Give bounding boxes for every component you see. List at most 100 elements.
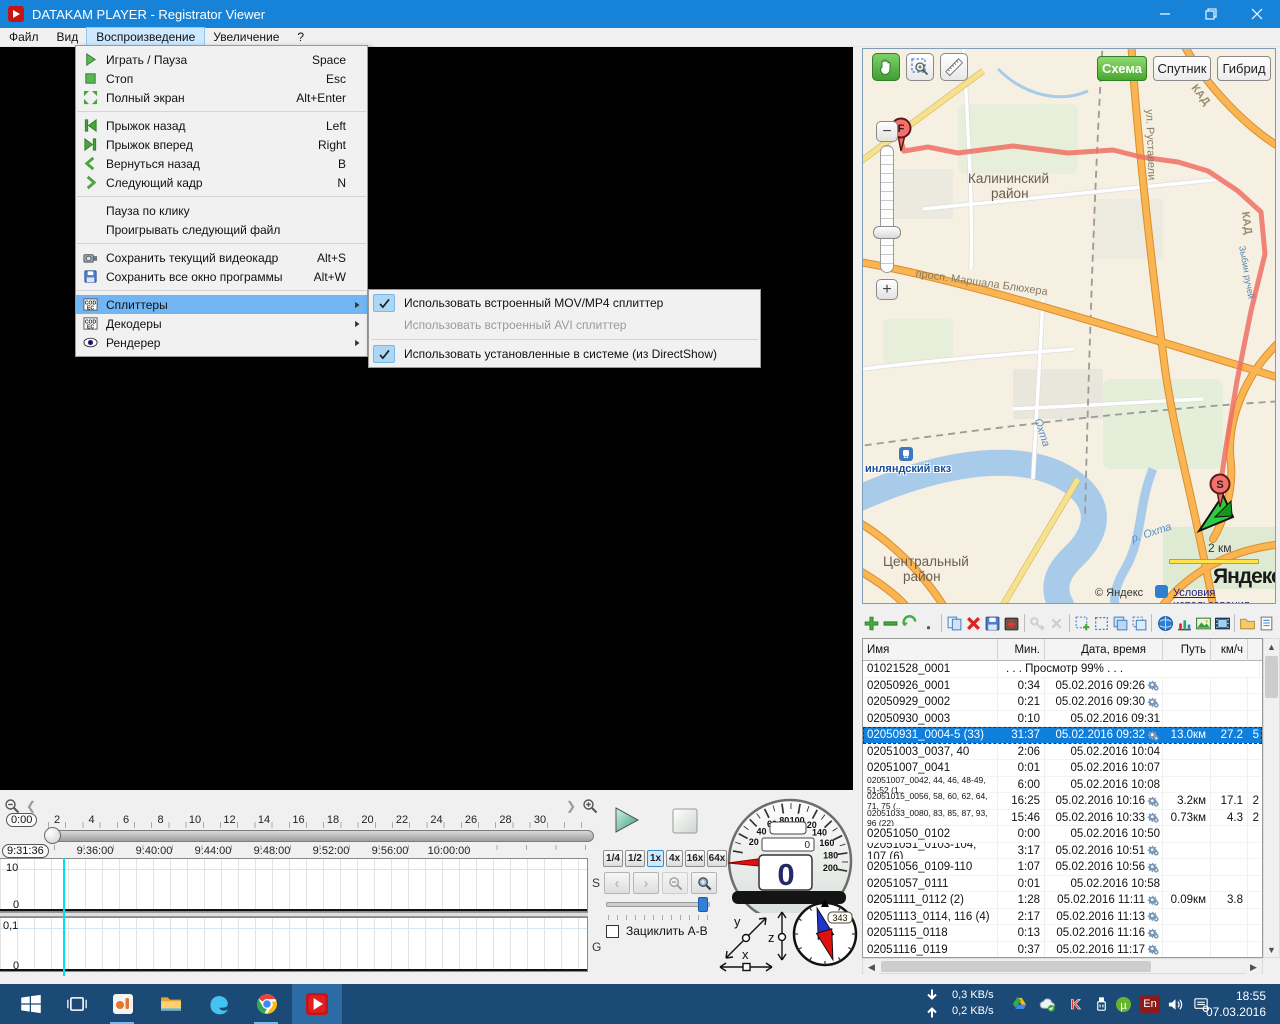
refresh-icon[interactable] [901,613,919,633]
language-indicator[interactable]: En [1140,995,1160,1013]
media-app-icon[interactable] [100,984,146,1024]
utorrent-icon[interactable]: µ [1114,995,1132,1013]
map-type-hybrid[interactable]: Гибрид [1217,56,1271,81]
file-row[interactable]: 02051050_01020:0005.02.2016 10:50 [863,826,1262,843]
file-row[interactable]: 01021528_0001. . . Просмотр 99% . . . [863,661,1262,678]
menu-item[interactable]: Прыжок впередRight [76,135,367,154]
column-header-extra[interactable] [1248,639,1260,661]
submenu-item[interactable]: Использовать встроенный MOV/MP4 сплиттер [369,292,760,314]
column-header[interactable]: Мин. [998,639,1045,661]
selectadd-icon[interactable] [1073,613,1091,633]
file-row[interactable]: 02051051_0103-104, 107 (6)3:1705.02.2016… [863,843,1262,860]
file-row[interactable]: 02051033_0080, 83, 85, 87, 93, 96 (22)15… [863,810,1262,827]
timeline-scroll-right-icon[interactable]: ❯ [566,799,576,813]
menu-item[interactable]: Сохранить текущий видеокадрAlt+S [76,248,367,267]
file-row[interactable]: 02051111_0112 (2)1:2805.02.2016 11:110.0… [863,892,1262,909]
close-button[interactable] [1234,0,1280,28]
file-row[interactable]: 02050926_00010:3405.02.2016 09:26 [863,678,1262,695]
scroll-right-icon[interactable]: ▶ [1246,960,1261,975]
graph-zoom-in-button[interactable] [691,872,717,894]
selectmulti2-icon[interactable] [1130,613,1148,633]
restore-button[interactable] [1188,0,1234,28]
menu-item[interactable]: Играть / ПаузаSpace [76,50,367,69]
chart-icon[interactable] [1175,613,1193,633]
map-zoom-in-button[interactable]: + [876,279,898,300]
menubar-item[interactable]: Увеличение [204,28,288,46]
file-row[interactable]: 02051116_01190:3705.02.2016 11:17 [863,942,1262,959]
menu-item[interactable]: Проигрывать следующий файл [76,220,367,239]
menu-item[interactable]: Полный экранAlt+Enter [76,88,367,107]
column-header[interactable]: Путь [1163,639,1211,661]
volume-icon[interactable] [1166,995,1184,1013]
kaspersky-icon[interactable]: K [1066,995,1084,1013]
key-icon[interactable] [1029,613,1047,633]
file-row[interactable]: 02050929_00020:2105.02.2016 09:30 [863,694,1262,711]
gsensor-graph[interactable] [0,917,588,972]
speed-1/2-button[interactable]: 1/2 [625,850,645,867]
file-row[interactable]: 02051113_0114, 116 (4)2:1705.02.2016 11:… [863,909,1262,926]
vertical-scroll-thumb[interactable] [1265,656,1278,698]
volume-slider-track[interactable] [606,902,710,907]
repair-icon[interactable] [1003,613,1021,633]
z-axis-handle[interactable] [779,934,786,941]
timeline-slider-track[interactable] [48,830,594,842]
minimize-button[interactable] [1142,0,1188,28]
scroll-down-icon[interactable]: ▼ [1264,942,1279,957]
file-row[interactable]: 02051003_0037, 402:0605.02.2016 10:04 [863,744,1262,761]
edge-browser-icon[interactable] [196,984,242,1024]
usb-device-icon[interactable] [1092,995,1110,1013]
speed-1/4-button[interactable]: 1/4 [603,850,623,867]
clock[interactable]: 18:55 07.03.2016 [1206,988,1266,1020]
file-explorer-icon[interactable] [148,984,194,1024]
film-icon[interactable] [1213,613,1231,633]
column-header[interactable]: Дата, время [1045,639,1163,661]
file-row[interactable]: 02051007_0042, 44, 46, 48-49, 51-52 (1..… [863,777,1262,794]
save-icon[interactable] [984,613,1002,633]
file-row[interactable]: 02051115_01180:1305.02.2016 11:16 [863,925,1262,942]
stop-button[interactable] [672,808,698,834]
timeline-zoom-in-icon[interactable] [582,798,598,814]
selectmulti-icon[interactable] [1111,613,1129,633]
map-type-satellite[interactable]: Спутник [1153,56,1211,81]
file-row[interactable]: 02050930_00030:1005.02.2016 09:31 [863,711,1262,728]
file-row[interactable]: 02051056_0109-1101:0705.02.2016 10:56 [863,859,1262,876]
speed-16x-button[interactable]: 16x [685,850,705,867]
google-drive-icon[interactable] [1010,995,1028,1013]
datakam-player-icon[interactable] [292,984,342,1024]
playback-cursor-line[interactable] [63,858,65,976]
file-row[interactable]: 02051007_00410:0105.02.2016 10:07 [863,760,1262,777]
start-button[interactable] [8,984,54,1024]
file-row[interactable]: 02050931_0004-5 (33)31:3705.02.2016 09:3… [863,727,1262,744]
dot-icon[interactable] [920,613,938,633]
map-pan-button[interactable] [872,53,900,81]
menubar-item[interactable]: Файл [0,28,48,46]
map-zoom-out-button[interactable]: − [876,121,898,142]
horizontal-scrollbar[interactable]: ◀ ▶ [862,958,1263,974]
copy-icon[interactable] [946,613,964,633]
volume-slider-handle[interactable] [698,897,708,912]
menubar-item[interactable]: Вид [48,28,88,46]
report-icon[interactable] [1258,613,1276,633]
file-row[interactable]: 02051057_01110:0105.02.2016 10:58 [863,876,1262,893]
remove-icon[interactable] [882,613,900,633]
speed-1x-button[interactable]: 1x [647,850,664,867]
table-header[interactable]: ИмяМин.Дата, времяПутькм/ч [863,639,1262,661]
speed-graph[interactable] [0,858,588,912]
chrome-browser-icon[interactable] [244,984,290,1024]
cloud-sync-icon[interactable] [1038,995,1056,1013]
select-icon[interactable] [1092,613,1110,633]
play-button[interactable] [613,806,641,834]
prev-file-button[interactable]: ‹ [604,872,630,894]
column-header[interactable]: Имя [863,639,998,661]
timeline-slider-handle[interactable] [44,827,61,844]
submenu-item[interactable]: Использовать установленные в системе (из… [369,343,760,365]
speed-4x-button[interactable]: 4x [666,850,683,867]
map-ruler-button[interactable] [940,53,968,81]
timeline-scroll-left-icon[interactable]: ❮ [26,799,36,813]
loop-ab-checkbox[interactable] [606,925,619,938]
unlink-icon[interactable] [1048,613,1066,633]
scroll-up-icon[interactable]: ▲ [1264,639,1279,654]
scroll-left-icon[interactable]: ◀ [864,960,879,975]
menubar-item[interactable]: Воспроизведение [87,28,204,46]
menu-item[interactable]: Пауза по клику [76,201,367,220]
